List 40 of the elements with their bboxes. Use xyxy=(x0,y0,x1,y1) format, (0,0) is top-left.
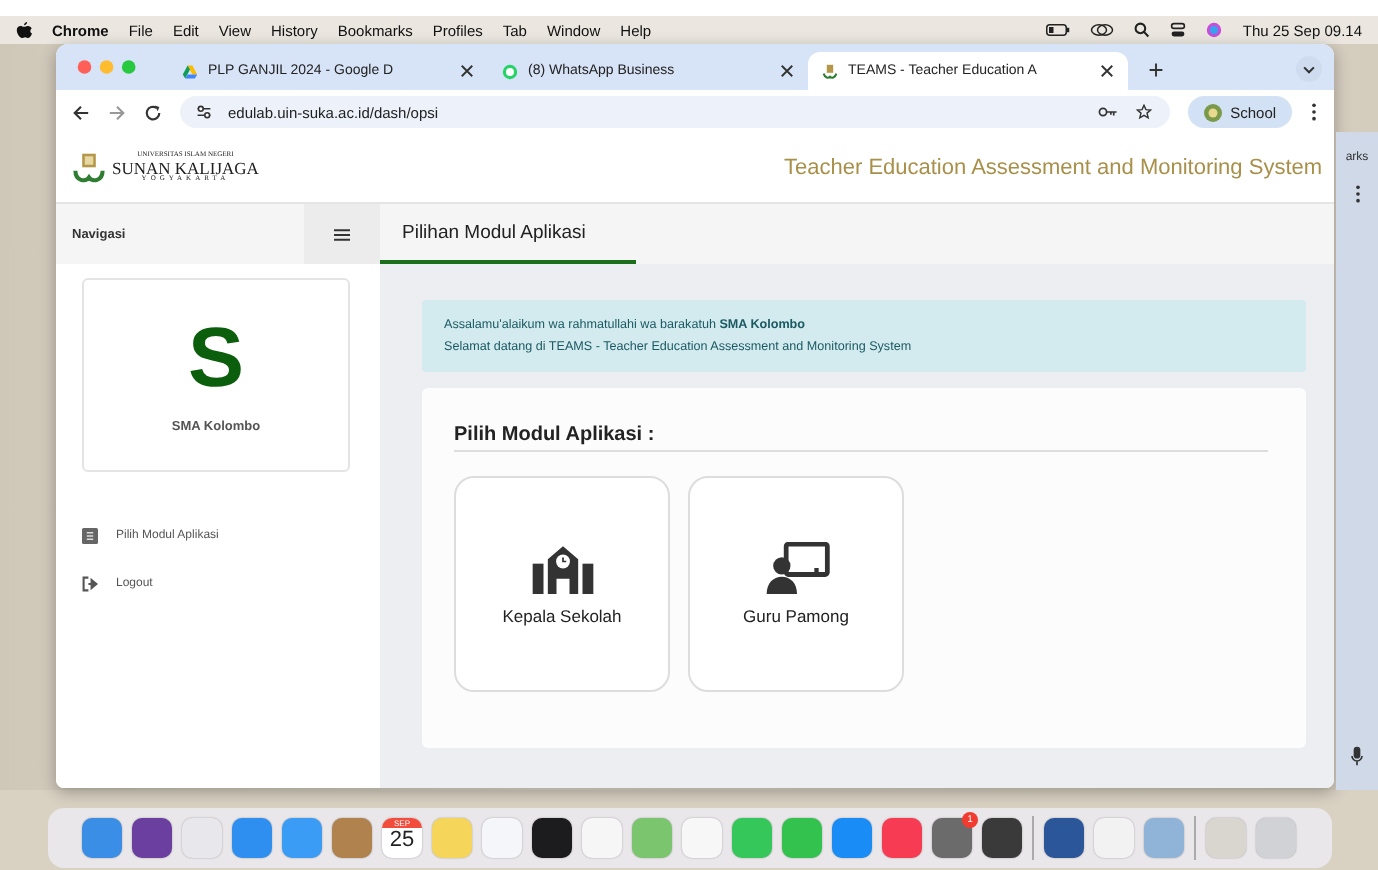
module-tile[interactable]: Guru Pamong xyxy=(688,476,904,692)
close-icon[interactable] xyxy=(780,64,794,78)
back-icon[interactable] xyxy=(72,103,90,121)
menu-icon[interactable] xyxy=(334,227,350,241)
section-title: Pilih Modul Aplikasi : xyxy=(454,424,1269,452)
new-tab-icon[interactable] xyxy=(1148,62,1164,78)
logout-icon xyxy=(82,576,98,592)
teacher-board-icon xyxy=(763,542,829,594)
close-icon[interactable] xyxy=(1100,64,1114,78)
more-menu-icon[interactable] xyxy=(1353,184,1362,204)
apple-icon[interactable] xyxy=(16,20,32,40)
control-center-icon[interactable] xyxy=(1170,22,1187,38)
app-icon[interactable] xyxy=(982,818,1022,858)
close-icon[interactable] xyxy=(460,64,474,78)
forward-icon[interactable] xyxy=(108,103,126,121)
search-icon[interactable] xyxy=(1134,22,1151,38)
app-icon[interactable] xyxy=(132,818,172,858)
school-building-icon xyxy=(529,542,595,594)
key-icon[interactable] xyxy=(1098,104,1119,120)
university-logo-icon xyxy=(72,151,106,185)
bookmark-star-icon[interactable] xyxy=(1134,104,1155,120)
site-settings-icon[interactable] xyxy=(196,104,212,120)
logo-title: SUNAN KALIJAGA xyxy=(112,159,259,177)
menu-toggle-button[interactable] xyxy=(304,204,380,264)
more-menu-icon[interactable] xyxy=(1310,102,1319,122)
chat-bubble-icon xyxy=(502,63,518,79)
reload-icon[interactable] xyxy=(144,103,162,121)
avatar-icon xyxy=(1204,103,1223,121)
battery-icon[interactable] xyxy=(1046,22,1071,38)
link-icon[interactable] xyxy=(1090,22,1115,38)
system-title: Teacher Education Assessment and Monitoring System xyxy=(784,156,1323,180)
university-logo-icon xyxy=(822,63,838,79)
drive-icon xyxy=(182,63,198,79)
tab-search-icon[interactable] xyxy=(1296,56,1323,82)
app-icon[interactable] xyxy=(532,818,572,858)
microphone-icon[interactable] xyxy=(1350,746,1365,766)
module-tile[interactable]: Kepala Sekolah xyxy=(454,476,670,692)
siri-icon[interactable] xyxy=(1206,22,1223,38)
list-icon xyxy=(82,528,98,544)
avatar-letter: S xyxy=(187,316,244,400)
